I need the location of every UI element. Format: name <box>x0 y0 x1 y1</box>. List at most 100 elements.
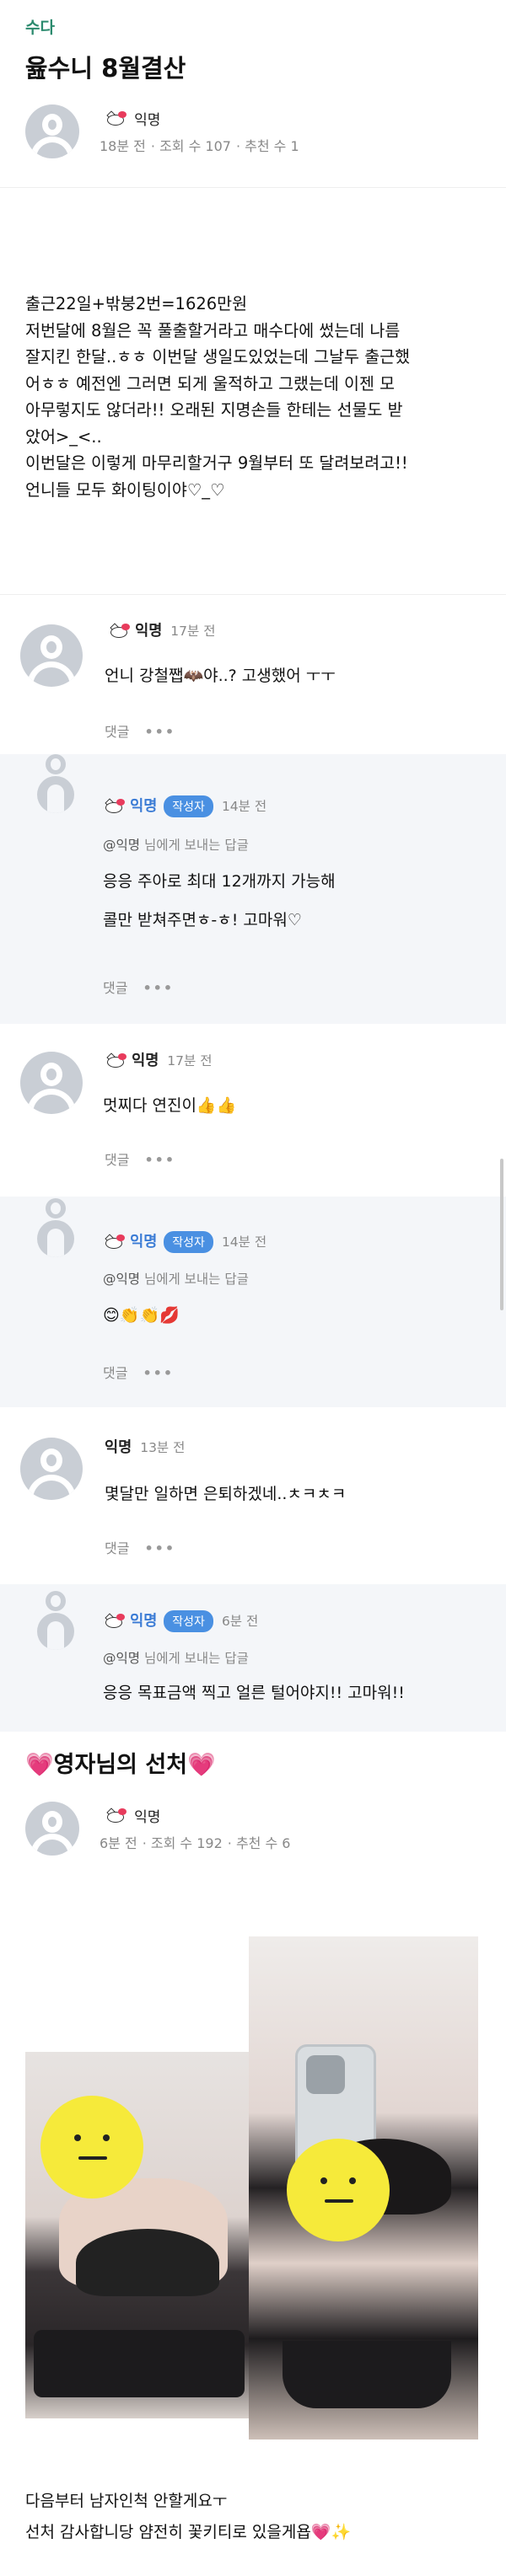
comment-header: 익명 13분 전 <box>105 1436 185 1457</box>
comment-header: 익명 작성자 14분 전 <box>103 795 266 817</box>
divider <box>0 187 506 188</box>
avatar[interactable] <box>35 754 76 813</box>
post-title: 윮수니 8월결산 <box>25 54 186 83</box>
more-options-icon[interactable]: ••• <box>143 1365 174 1381</box>
author-nickname: 익명 <box>134 1809 161 1826</box>
comment-text: 언니 강철쨉🦇야..? 고생했어 ㅜㅜ <box>105 667 336 685</box>
reply-button[interactable]: 댓글 <box>105 1540 129 1556</box>
post-meta: 6분 전 · 조회 수 192 · 추천 수 6 <box>100 1835 291 1851</box>
body-line: 았어>_<.. <box>25 426 102 447</box>
more-options-icon[interactable]: ••• <box>143 980 174 996</box>
page: 수다 윮수니 8월결산 익명 18분 전 · 조회 수 107 · 추천 수 1 출… <box>0 0 506 2576</box>
body-line: 다음부터 남자인척 안할게요ㅜ <box>25 2492 228 2510</box>
comment-line: 콜만 받쳐주면ㅎ-ㅎ! 고마워♡ <box>103 911 302 929</box>
category-label[interactable]: 수다 <box>25 15 55 38</box>
post-meta: 18분 전 · 조회 수 107 · 추천 수 1 <box>100 138 299 154</box>
comment-actions: 댓글 ••• <box>103 977 174 997</box>
reply-target-suffix: 님에게 보내는 답글 <box>140 838 249 853</box>
post-photo[interactable] <box>249 1936 478 2439</box>
comment-time: 14분 전 <box>221 1234 267 1250</box>
comment-text: 응응 목표금액 찍고 얼른 털어야지!! 고마워!! <box>103 1684 405 1702</box>
comment-header: 익명 작성자 14분 전 <box>103 1230 266 1253</box>
avatar[interactable] <box>25 1802 79 1856</box>
smiley-sticker <box>40 2096 143 2198</box>
hello-kitty-icon <box>105 1807 126 1824</box>
reply-target: @익명 님에게 보내는 답글 <box>103 1269 249 1288</box>
comment-actions: 댓글 ••• <box>105 720 175 741</box>
post-body: 출근22일+밖붕2번=1626만원 저번달에 8월은 꼭 풀출할거라고 매수다에… <box>25 291 485 503</box>
post-views: 조회 수 107 <box>159 138 231 154</box>
comment: 익명 13분 전 몇달만 일하면 은퇴하겠네..ㅊㅋㅊㅋ 댓글 ••• <box>0 1407 506 1584</box>
post-body: 다음부터 남자인척 안할게요ㅜ 선처 감사합니당 얌전히 꽃키티로 있을게욥💗✨ <box>25 2486 351 2548</box>
reply-target-user[interactable]: @익명 <box>103 838 140 853</box>
author-nickname: 익명 <box>134 112 161 129</box>
body-line: 저번달에 8월은 꼭 풀출할거라고 매수다에 썼는데 나름 <box>25 320 401 340</box>
body-line: 언니들 모두 화이팅이야♡_♡ <box>25 479 225 500</box>
reply-button[interactable]: 댓글 <box>103 980 127 996</box>
body-line: 어ㅎㅎ 예전엔 그러면 되게 울적하고 그랬는데 이젠 모 <box>25 373 396 394</box>
comment-line: 응응 주아로 최대 12개까지 가능해 <box>103 872 336 891</box>
author-badge: 작성자 <box>164 795 213 817</box>
comment-time: 13분 전 <box>140 1440 186 1455</box>
comment-nickname: 익명 <box>105 1439 132 1456</box>
hello-kitty-icon <box>105 1052 126 1068</box>
comment-time: 17분 전 <box>167 1053 213 1068</box>
avatar[interactable] <box>20 1052 83 1114</box>
reply-comment: 익명 작성자 6분 전 @익명 님에게 보내는 답글 응응 목표금액 찍고 얼른 털… <box>0 1584 506 1732</box>
comment-text: 😊👏👏💋 <box>103 1306 180 1325</box>
avatar[interactable] <box>35 1198 76 1257</box>
body-line: 출근22일+밖붕2번=1626만원 <box>25 294 248 313</box>
more-options-icon[interactable]: ••• <box>144 1540 175 1556</box>
more-options-icon[interactable]: ••• <box>144 724 175 740</box>
hello-kitty-icon <box>103 1234 125 1250</box>
reply-button[interactable]: 댓글 <box>105 1152 129 1168</box>
reply-target-user[interactable]: @익명 <box>103 1651 140 1666</box>
avatar[interactable] <box>35 1591 76 1650</box>
reply-button[interactable]: 댓글 <box>105 724 129 740</box>
comment-nickname: 익명 <box>132 1052 159 1069</box>
comment-time: 6분 전 <box>221 1614 259 1629</box>
body-line: 아무렇지도 않더라!! 오래된 지명손들 한테는 선물도 받 <box>25 400 403 420</box>
comment-nickname: 익명 <box>130 1613 158 1630</box>
author-badge: 작성자 <box>164 1610 213 1632</box>
post-time: 6분 전 <box>100 1835 137 1851</box>
reply-target-suffix: 님에게 보내는 답글 <box>140 1272 249 1287</box>
body-line: 선처 감사합니당 얌전히 꽃키티로 있을게욥💗✨ <box>25 2523 352 2541</box>
reply-comment: 익명 작성자 14분 전 @익명 님에게 보내는 답글 😊👏👏💋 댓글 ••• <box>0 1197 506 1407</box>
comment: 익명 17분 전 언니 강철쨉🦇야..? 고생했어 ㅜㅜ 댓글 ••• <box>0 594 506 754</box>
reply-target-suffix: 님에게 보내는 답글 <box>140 1651 249 1666</box>
comment-nickname: 익명 <box>130 798 158 815</box>
comment: 익명 17분 전 멋찌다 연진이👍👍 댓글 ••• <box>0 1024 506 1197</box>
hello-kitty-icon <box>103 798 125 814</box>
comment-actions: 댓글 ••• <box>105 1537 175 1557</box>
comment-nickname: 익명 <box>130 1234 158 1251</box>
body-line: 이번달은 이렇게 마무리할거구 9월부터 또 달려보려고!! <box>25 453 408 473</box>
reply-comment: 익명 작성자 14분 전 @익명 님에게 보내는 답글 응응 주아로 최대 12개까… <box>0 754 506 1024</box>
post-likes: 추천 수 6 <box>235 1835 291 1851</box>
more-options-icon[interactable]: ••• <box>144 1152 175 1168</box>
reply-target: @익명 님에게 보내는 답글 <box>103 835 249 854</box>
hello-kitty-icon <box>105 110 126 126</box>
hello-kitty-icon <box>103 1613 125 1629</box>
avatar[interactable] <box>25 104 79 158</box>
post-time: 18분 전 <box>100 138 146 154</box>
reply-target: @익명 님에게 보내는 답글 <box>103 1648 249 1667</box>
next-post-title[interactable]: 💗영자님의 선처💗 <box>25 1746 216 1779</box>
body-line: 잘지킨 한달..ㅎㅎ 이번달 생일도있었는데 그날두 출근했 <box>25 347 411 367</box>
comment-header: 익명 작성자 6분 전 <box>103 1609 258 1632</box>
scrollbar[interactable] <box>500 1159 503 1310</box>
reply-button[interactable]: 댓글 <box>103 1365 127 1381</box>
comment-actions: 댓글 ••• <box>105 1149 175 1169</box>
avatar[interactable] <box>20 1438 83 1500</box>
smiley-sticker <box>287 2139 390 2241</box>
comment-text: 응응 주아로 최대 12개까지 가능해 콜만 받쳐주면ㅎ-ㅎ! 고마워♡ <box>103 867 336 935</box>
post-photo[interactable] <box>25 2052 249 2418</box>
comment-header: 익명 17분 전 <box>108 619 215 640</box>
reply-target-user[interactable]: @익명 <box>103 1272 140 1287</box>
comment-header: 익명 17분 전 <box>105 1049 212 1070</box>
comment-nickname: 익명 <box>135 623 163 640</box>
hello-kitty-icon <box>108 623 130 639</box>
post-likes: 추천 수 1 <box>245 138 299 154</box>
avatar[interactable] <box>20 624 83 687</box>
comment-text: 몇달만 일하면 은퇴하겠네..ㅊㅋㅊㅋ <box>105 1485 347 1503</box>
